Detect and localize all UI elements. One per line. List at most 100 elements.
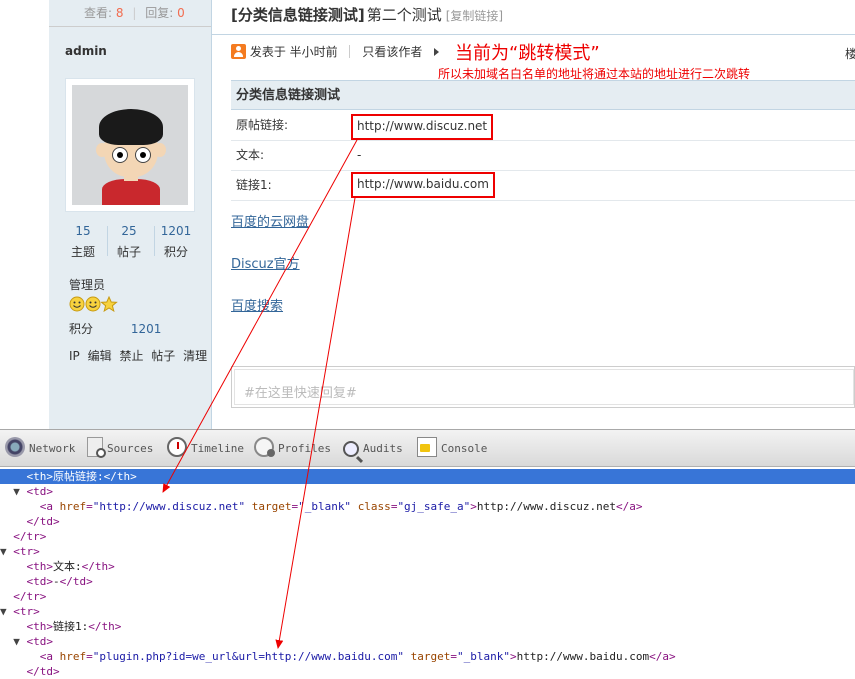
expand-arrow-icon[interactable]: ▼ [0,635,27,648]
dom-tag: <th> [26,620,54,633]
rank-stars [69,295,121,315]
dom-node[interactable]: ▼ <td> [0,634,855,649]
topics-stat[interactable]: 15 主题 [62,224,104,260]
sources-icon [87,437,106,458]
dom-node[interactable]: <a href="http://www.discuz.net" target="… [0,499,855,514]
only-author-link[interactable]: 只看该作者 [362,45,422,59]
ban-action[interactable]: 禁止 [119,349,143,363]
dom-attr: href [59,500,87,513]
edit-action[interactable]: 编辑 [88,349,112,363]
avatar-eye [135,147,151,163]
dom-node-text: <th>原帖链接:</th> [0,470,137,483]
highlight-box-discuz: http://www.discuz.net [351,114,493,140]
author-sidebar [49,0,212,429]
tab-network[interactable]: Network [5,435,75,463]
user-icon[interactable] [231,44,246,59]
dom-node[interactable]: ▼ <tr> [0,544,855,559]
dom-node[interactable]: <th>文本:</th> [0,559,855,574]
dom-node[interactable]: <td>-</td> [0,574,855,589]
quick-reply-inner: #在这里快速回复# [234,369,854,405]
dom-tag: </td> [26,515,60,528]
page-gutter [0,0,49,429]
network-icon [5,437,25,457]
dom-tag: </tr> [13,590,47,603]
tab-profiles[interactable]: Profiles [254,435,331,463]
dom-attr-value: "gj_safe_a" [397,500,471,513]
console-icon [417,437,437,457]
dom-node[interactable]: </td> [0,514,855,529]
dom-tag: </tr> [13,530,47,543]
stats-divider: | [132,6,137,20]
audits-icon [343,441,359,457]
dom-node[interactable]: ▼ <tr> [0,604,855,619]
dom-node[interactable]: ▼ <td> [0,484,855,499]
ip-action[interactable]: IP [69,349,80,363]
row-label: 链接1: [236,178,272,192]
highlight-box-baidu: http://www.baidu.com [351,172,495,198]
avatar[interactable] [65,78,195,212]
link-baidu-search[interactable]: 百度搜索 [231,295,283,314]
dom-text: 文本: [53,560,82,573]
expand-arrow-icon[interactable]: ▼ [0,545,13,558]
views-label: 查看: [84,6,113,20]
tab-label: Profiles [278,442,331,455]
credits-stat[interactable]: 1201 积分 [155,224,197,260]
forum-page: 查看: 8 | 回复: 0 admin 15 主题 25 帖子 1201 积分 … [0,0,855,429]
devtools-toolbar: Network Sources Timeline Profiles Audits… [0,429,855,467]
link-baidu-cloud[interactable]: 百度的云网盘 [231,211,309,230]
avatar-image [72,85,188,205]
dom-node[interactable]: <th>链接1:</th> [0,619,855,634]
dom-attr-value: "_blank" [298,500,352,513]
avatar-hair [99,109,163,145]
dom-node[interactable]: </tr> [0,529,855,544]
views-count: 8 [115,6,124,20]
triangle-right-icon[interactable] [434,48,440,56]
link-discuz-official[interactable]: Discuz官方 [231,253,300,272]
dom-node[interactable]: </td> [0,664,855,679]
post-meta: 发表于 半小时前 只看该作者 [231,43,440,61]
dom-attr-value[interactable]: "plugin.php?id=we_url&url=http://www.bai… [93,650,404,663]
sidebar-divider [49,26,211,27]
dom-attr-value[interactable]: "http://www.discuz.net" [93,500,245,513]
quick-reply-box[interactable]: #在这里快速回复# [231,366,855,408]
timeline-icon [167,437,187,457]
admin-actions: IP 编辑 禁止 帖子 清理 [69,347,211,364]
posts-action[interactable]: 帖子 [151,349,175,363]
dom-node-selected[interactable]: <th>原帖链接:</th> [0,469,855,484]
credits-count: 1201 [160,224,192,238]
dom-tag: <tr> [13,605,40,618]
expand-arrow-icon[interactable]: ▼ [0,485,27,498]
dom-tag: </td> [26,665,60,678]
tab-sources[interactable]: Sources [87,435,153,463]
dom-tag: </th> [81,560,115,573]
tab-console[interactable]: Console [417,435,487,463]
row-value: - [357,148,362,162]
dom-node[interactable]: <a href="plugin.php?id=we_url&url=http:/… [0,649,855,664]
copy-link-button[interactable]: [复制链接] [446,9,503,23]
discuz-link[interactable]: http://www.discuz.net [357,119,487,133]
thread-category[interactable]: [分类信息链接测试] [231,6,365,24]
author-name[interactable]: admin [65,44,107,58]
tab-audits[interactable]: Audits [343,435,403,463]
floor-label: 楼 [845,47,855,61]
rank-icon [69,295,118,313]
expand-arrow-icon[interactable]: ▼ [0,605,13,618]
thread-stats: 查看: 8 | 回复: 0 [84,4,185,21]
user-group[interactable]: 管理员 [69,276,105,293]
table-heading: 分类信息链接测试 [231,80,855,110]
thread-subject: 第二个测试 [366,6,442,24]
tab-timeline[interactable]: Timeline [167,435,244,463]
avatar-eye [112,147,128,163]
replies-label: 回复: [145,6,174,20]
clean-action[interactable]: 清理 [183,349,207,363]
tab-label: Timeline [191,442,244,455]
dom-attr: class [357,500,391,513]
thread-title: [分类信息链接测试] 第二个测试 [复制链接] [231,4,503,25]
annotation-title: 当前为“跳转模式” [455,43,600,64]
credit-row: 积分 1201 [69,320,161,337]
credit-row-value[interactable]: 1201 [131,322,162,336]
posts-stat[interactable]: 25 帖子 [108,224,150,260]
dom-tag: <td> [26,575,54,588]
baidu-link[interactable]: http://www.baidu.com [357,177,489,191]
dom-node[interactable]: </tr> [0,589,855,604]
